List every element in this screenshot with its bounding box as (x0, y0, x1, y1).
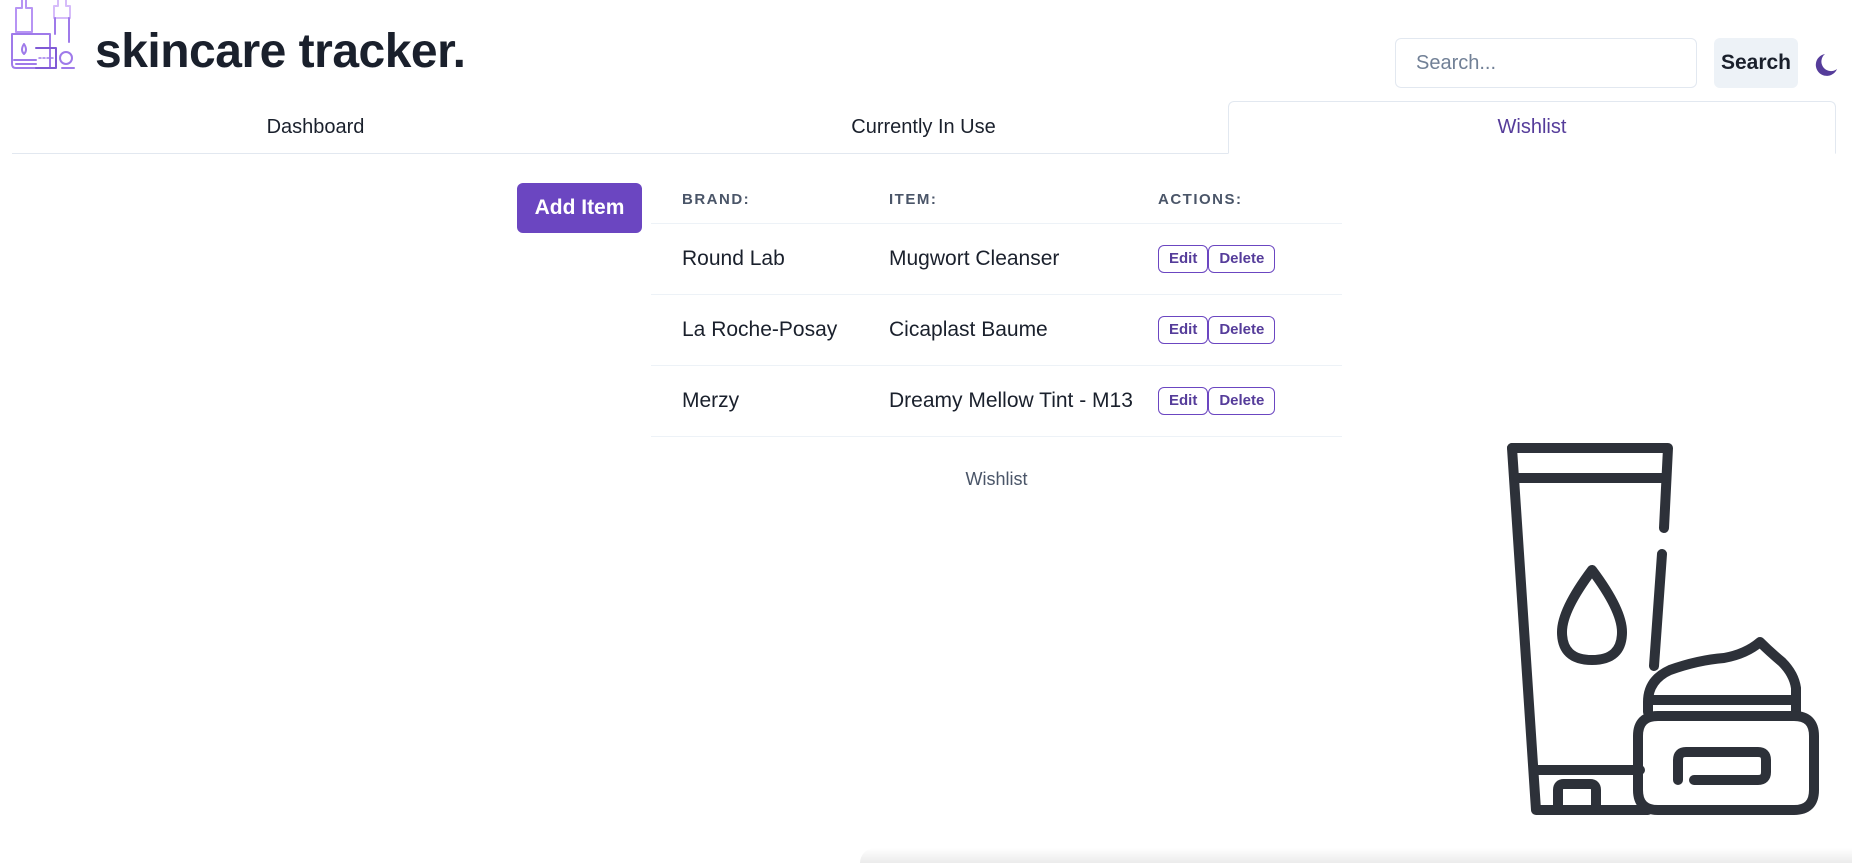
brand-cell: La Roche-Posay (651, 294, 858, 366)
actions-cell: Edit Delete (1158, 294, 1342, 366)
actions-cell: Edit Delete (1158, 365, 1342, 437)
skincare-bottles-icon (11, 0, 75, 69)
delete-button[interactable]: Delete (1208, 315, 1276, 344)
table-row: Round Lab Mugwort Cleanser Edit Delete (651, 223, 1342, 295)
item-cell: Mugwort Cleanser (858, 223, 1158, 295)
add-item-button[interactable]: Add Item (517, 183, 642, 233)
tab-wishlist[interactable]: Wishlist (1228, 101, 1836, 154)
tab-label: Dashboard (266, 116, 365, 138)
tab-dashboard[interactable]: Dashboard (12, 101, 619, 154)
edit-button[interactable]: Edit (1158, 386, 1209, 415)
table-caption: Wishlist (965, 468, 1028, 489)
delete-button[interactable]: Delete (1208, 244, 1276, 273)
brand-cell: Round Lab (651, 223, 858, 295)
table-header-row: Brand: Item: Actions: (651, 176, 1342, 224)
item-cell: Dreamy Mellow Tint - M13 (858, 365, 1158, 437)
brand-column-header: Brand: (651, 176, 858, 224)
tab-currently-in-use[interactable]: Currently In Use (619, 101, 1228, 154)
moon-icon[interactable] (1808, 48, 1842, 82)
wishlist-table: Wishlist Brand: Item: Actions: Round Lab… (651, 176, 1342, 490)
app-title: skincare tracker. (95, 25, 466, 78)
item-cell: Cicaplast Baume (858, 294, 1158, 366)
brand-cell: Merzy (651, 365, 858, 437)
actions-column-header: Actions: (1158, 176, 1342, 224)
bottom-shadow (860, 848, 1852, 863)
tube-and-jar-icon (1507, 443, 1819, 815)
item-column-header: Item: (858, 176, 1158, 224)
search-input[interactable] (1395, 38, 1697, 88)
table-row: Merzy Dreamy Mellow Tint - M13 Edit Delet… (651, 365, 1342, 437)
tab-label: Currently In Use (851, 116, 996, 138)
edit-button[interactable]: Edit (1158, 315, 1209, 344)
search-button[interactable]: Search (1714, 38, 1798, 88)
actions-cell: Edit Delete (1158, 223, 1342, 295)
tab-label: Wishlist (1497, 116, 1567, 138)
delete-button[interactable]: Delete (1208, 386, 1276, 415)
edit-button[interactable]: Edit (1158, 244, 1209, 273)
table-row: La Roche-Posay Cicaplast Baume Edit Delet… (651, 294, 1342, 366)
